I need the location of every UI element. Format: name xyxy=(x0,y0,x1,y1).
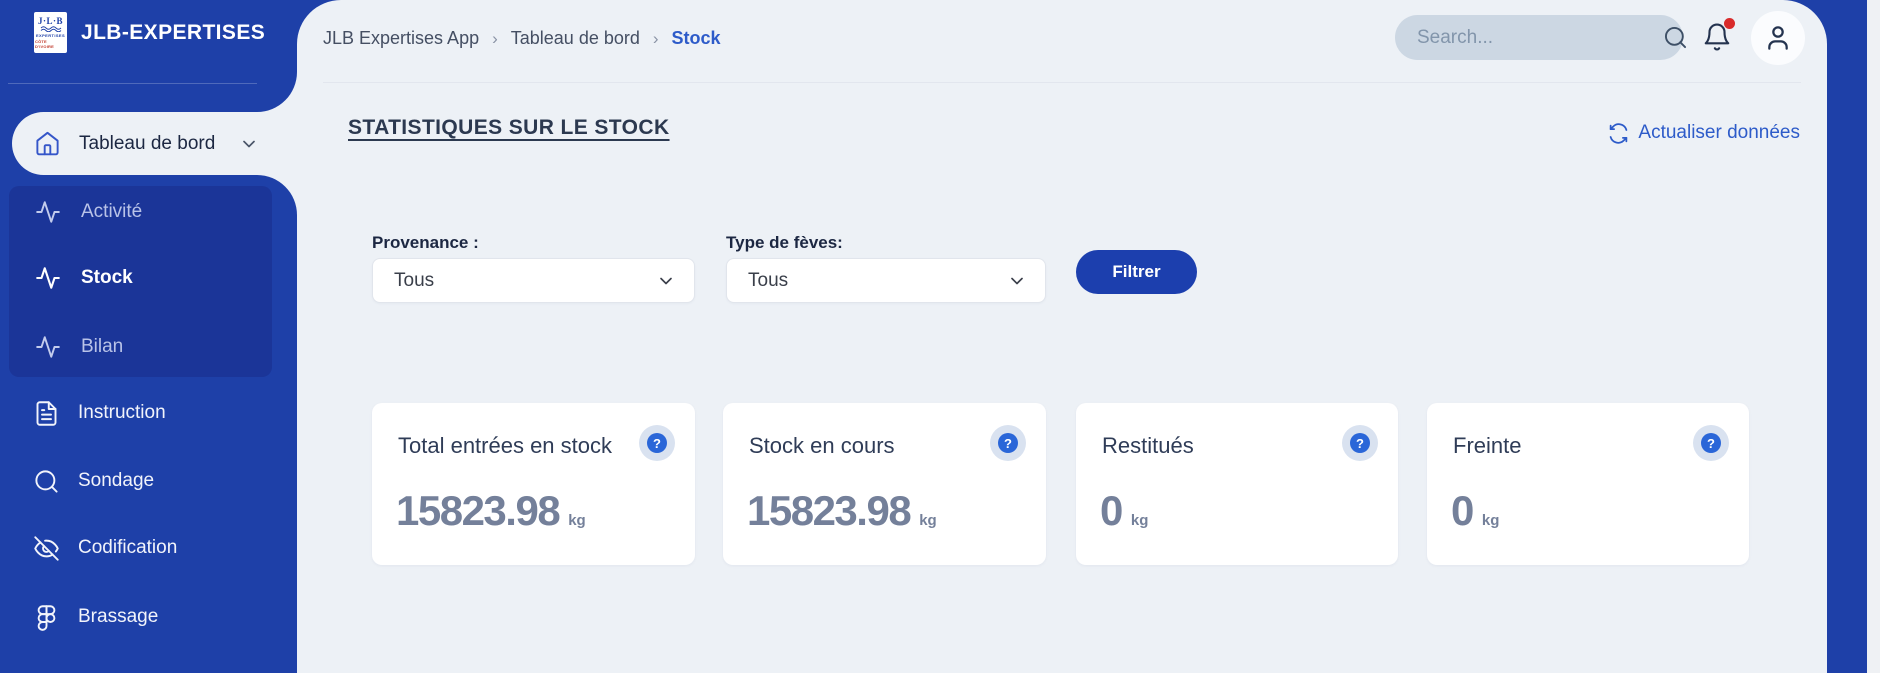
sidebar-item-activite[interactable]: Activité xyxy=(9,198,272,226)
sidebar-item-label: Activité xyxy=(81,201,142,223)
stat-unit: kg xyxy=(1482,512,1500,529)
sidebar-item-label: Brassage xyxy=(78,606,158,628)
chevron-down-icon xyxy=(239,134,259,154)
breadcrumb-separator: › xyxy=(653,29,659,49)
sidebar-item-stock[interactable]: Stock xyxy=(9,264,272,292)
provenance-value: Tous xyxy=(394,270,434,292)
stat-value: 15823.98 xyxy=(396,487,559,535)
header-divider xyxy=(323,82,1801,83)
breadcrumb-section[interactable]: Tableau de bord xyxy=(511,28,640,49)
stat-card-title: Total entrées en stock xyxy=(398,433,612,459)
stat-card-restitues: Restitués ? 0 kg xyxy=(1076,403,1398,565)
stat-value: 15823.98 xyxy=(747,487,910,535)
home-icon xyxy=(34,130,61,157)
help-icon[interactable]: ? xyxy=(639,425,675,461)
stat-card-total-entrees: Total entrées en stock ? 15823.98 kg xyxy=(372,403,695,565)
stat-value-row: 0 kg xyxy=(1100,487,1148,535)
help-icon[interactable]: ? xyxy=(1342,425,1378,461)
sidebar-item-bilan[interactable]: Bilan xyxy=(9,333,272,361)
chevron-down-icon xyxy=(656,271,676,291)
filter-button[interactable]: Filtrer xyxy=(1076,250,1197,294)
breadcrumb: JLB Expertises App › Tableau de bord › S… xyxy=(323,28,721,49)
brand: J·L·B EXPERTISES CÔTE D'IVOIRE JLB-EXPER… xyxy=(34,12,265,53)
stat-unit: kg xyxy=(568,512,586,529)
magnifier-icon xyxy=(33,468,60,495)
brand-name: JLB-EXPERTISES xyxy=(81,21,265,45)
activity-icon xyxy=(35,334,61,360)
sidebar-item-instruction[interactable]: Instruction xyxy=(0,398,297,428)
brand-logo: J·L·B EXPERTISES CÔTE D'IVOIRE xyxy=(34,12,67,53)
search-bar xyxy=(1395,15,1683,60)
stat-card-freinte: Freinte ? 0 kg xyxy=(1427,403,1749,565)
user-icon xyxy=(1762,22,1794,54)
sidebar-item-sondage[interactable]: Sondage xyxy=(0,466,297,496)
page-title: STATISTIQUES SUR LE STOCK xyxy=(348,116,670,140)
stat-value-row: 0 kg xyxy=(1451,487,1499,535)
sidebar-item-label: Sondage xyxy=(78,470,154,492)
stat-value-row: 15823.98 kg xyxy=(747,487,937,535)
chevron-down-icon xyxy=(1007,271,1027,291)
stat-card-title: Restitués xyxy=(1102,433,1194,459)
activity-icon xyxy=(35,199,61,225)
breadcrumb-separator: › xyxy=(492,29,498,49)
brand-logo-subtext2: CÔTE D'IVOIRE xyxy=(35,39,66,49)
sidebar-item-label: Instruction xyxy=(78,402,166,424)
refresh-data-label: Actualiser données xyxy=(1638,122,1800,144)
active-curve-top xyxy=(257,72,297,112)
bean-type-value: Tous xyxy=(748,270,788,292)
help-icon[interactable]: ? xyxy=(990,425,1026,461)
breadcrumb-current: Stock xyxy=(672,28,721,49)
sidebar-item-label: Bilan xyxy=(81,336,123,358)
sidebar-item-label: Tableau de bord xyxy=(79,133,215,155)
brassage-icon xyxy=(33,604,60,631)
sidebar-submenu: Activité Stock Bilan xyxy=(9,186,272,377)
logo-waves-icon xyxy=(40,26,62,32)
notifications-button[interactable] xyxy=(1702,22,1734,54)
notification-badge xyxy=(1724,18,1735,29)
content-panel: JLB Expertises App › Tableau de bord › S… xyxy=(297,0,1827,673)
stat-unit: kg xyxy=(919,512,937,529)
eye-off-icon xyxy=(33,535,60,562)
search-input[interactable] xyxy=(1395,27,1662,49)
bean-type-select[interactable]: Tous xyxy=(726,258,1046,303)
brand-logo-text: J·L·B xyxy=(38,16,63,26)
stat-card-title: Freinte xyxy=(1453,433,1521,459)
search-icon[interactable] xyxy=(1662,24,1689,51)
stat-value: 0 xyxy=(1100,487,1122,535)
provenance-label: Provenance : xyxy=(372,233,479,253)
refresh-data-link[interactable]: Actualiser données xyxy=(1608,122,1800,144)
sidebar-item-tableau-de-bord[interactable]: Tableau de bord xyxy=(12,112,297,175)
stat-value-row: 15823.98 kg xyxy=(396,487,586,535)
bean-type-label: Type de fèves: xyxy=(726,233,843,253)
help-icon[interactable]: ? xyxy=(1693,425,1729,461)
provenance-select[interactable]: Tous xyxy=(372,258,695,303)
stat-unit: kg xyxy=(1131,512,1149,529)
sidebar-divider xyxy=(8,83,289,84)
sidebar-item-brassage[interactable]: Brassage xyxy=(0,602,297,632)
sidebar-item-codification[interactable]: Codification xyxy=(0,533,297,563)
brand-logo-subtext: EXPERTISES xyxy=(36,33,65,38)
file-text-icon xyxy=(33,400,60,427)
user-menu-button[interactable] xyxy=(1751,11,1805,65)
app-shell: J·L·B EXPERTISES CÔTE D'IVOIRE JLB-EXPER… xyxy=(0,0,1867,673)
breadcrumb-app[interactable]: JLB Expertises App xyxy=(323,28,479,49)
sidebar-item-label: Stock xyxy=(81,267,133,289)
sidebar: J·L·B EXPERTISES CÔTE D'IVOIRE JLB-EXPER… xyxy=(0,0,297,673)
stat-card-stock-en-cours: Stock en cours ? 15823.98 kg xyxy=(723,403,1046,565)
sidebar-item-label: Codification xyxy=(78,537,177,559)
stat-card-title: Stock en cours xyxy=(749,433,895,459)
app-root: J·L·B EXPERTISES CÔTE D'IVOIRE JLB-EXPER… xyxy=(0,0,1880,673)
activity-icon xyxy=(35,265,61,291)
refresh-icon xyxy=(1608,123,1629,144)
stat-value: 0 xyxy=(1451,487,1473,535)
